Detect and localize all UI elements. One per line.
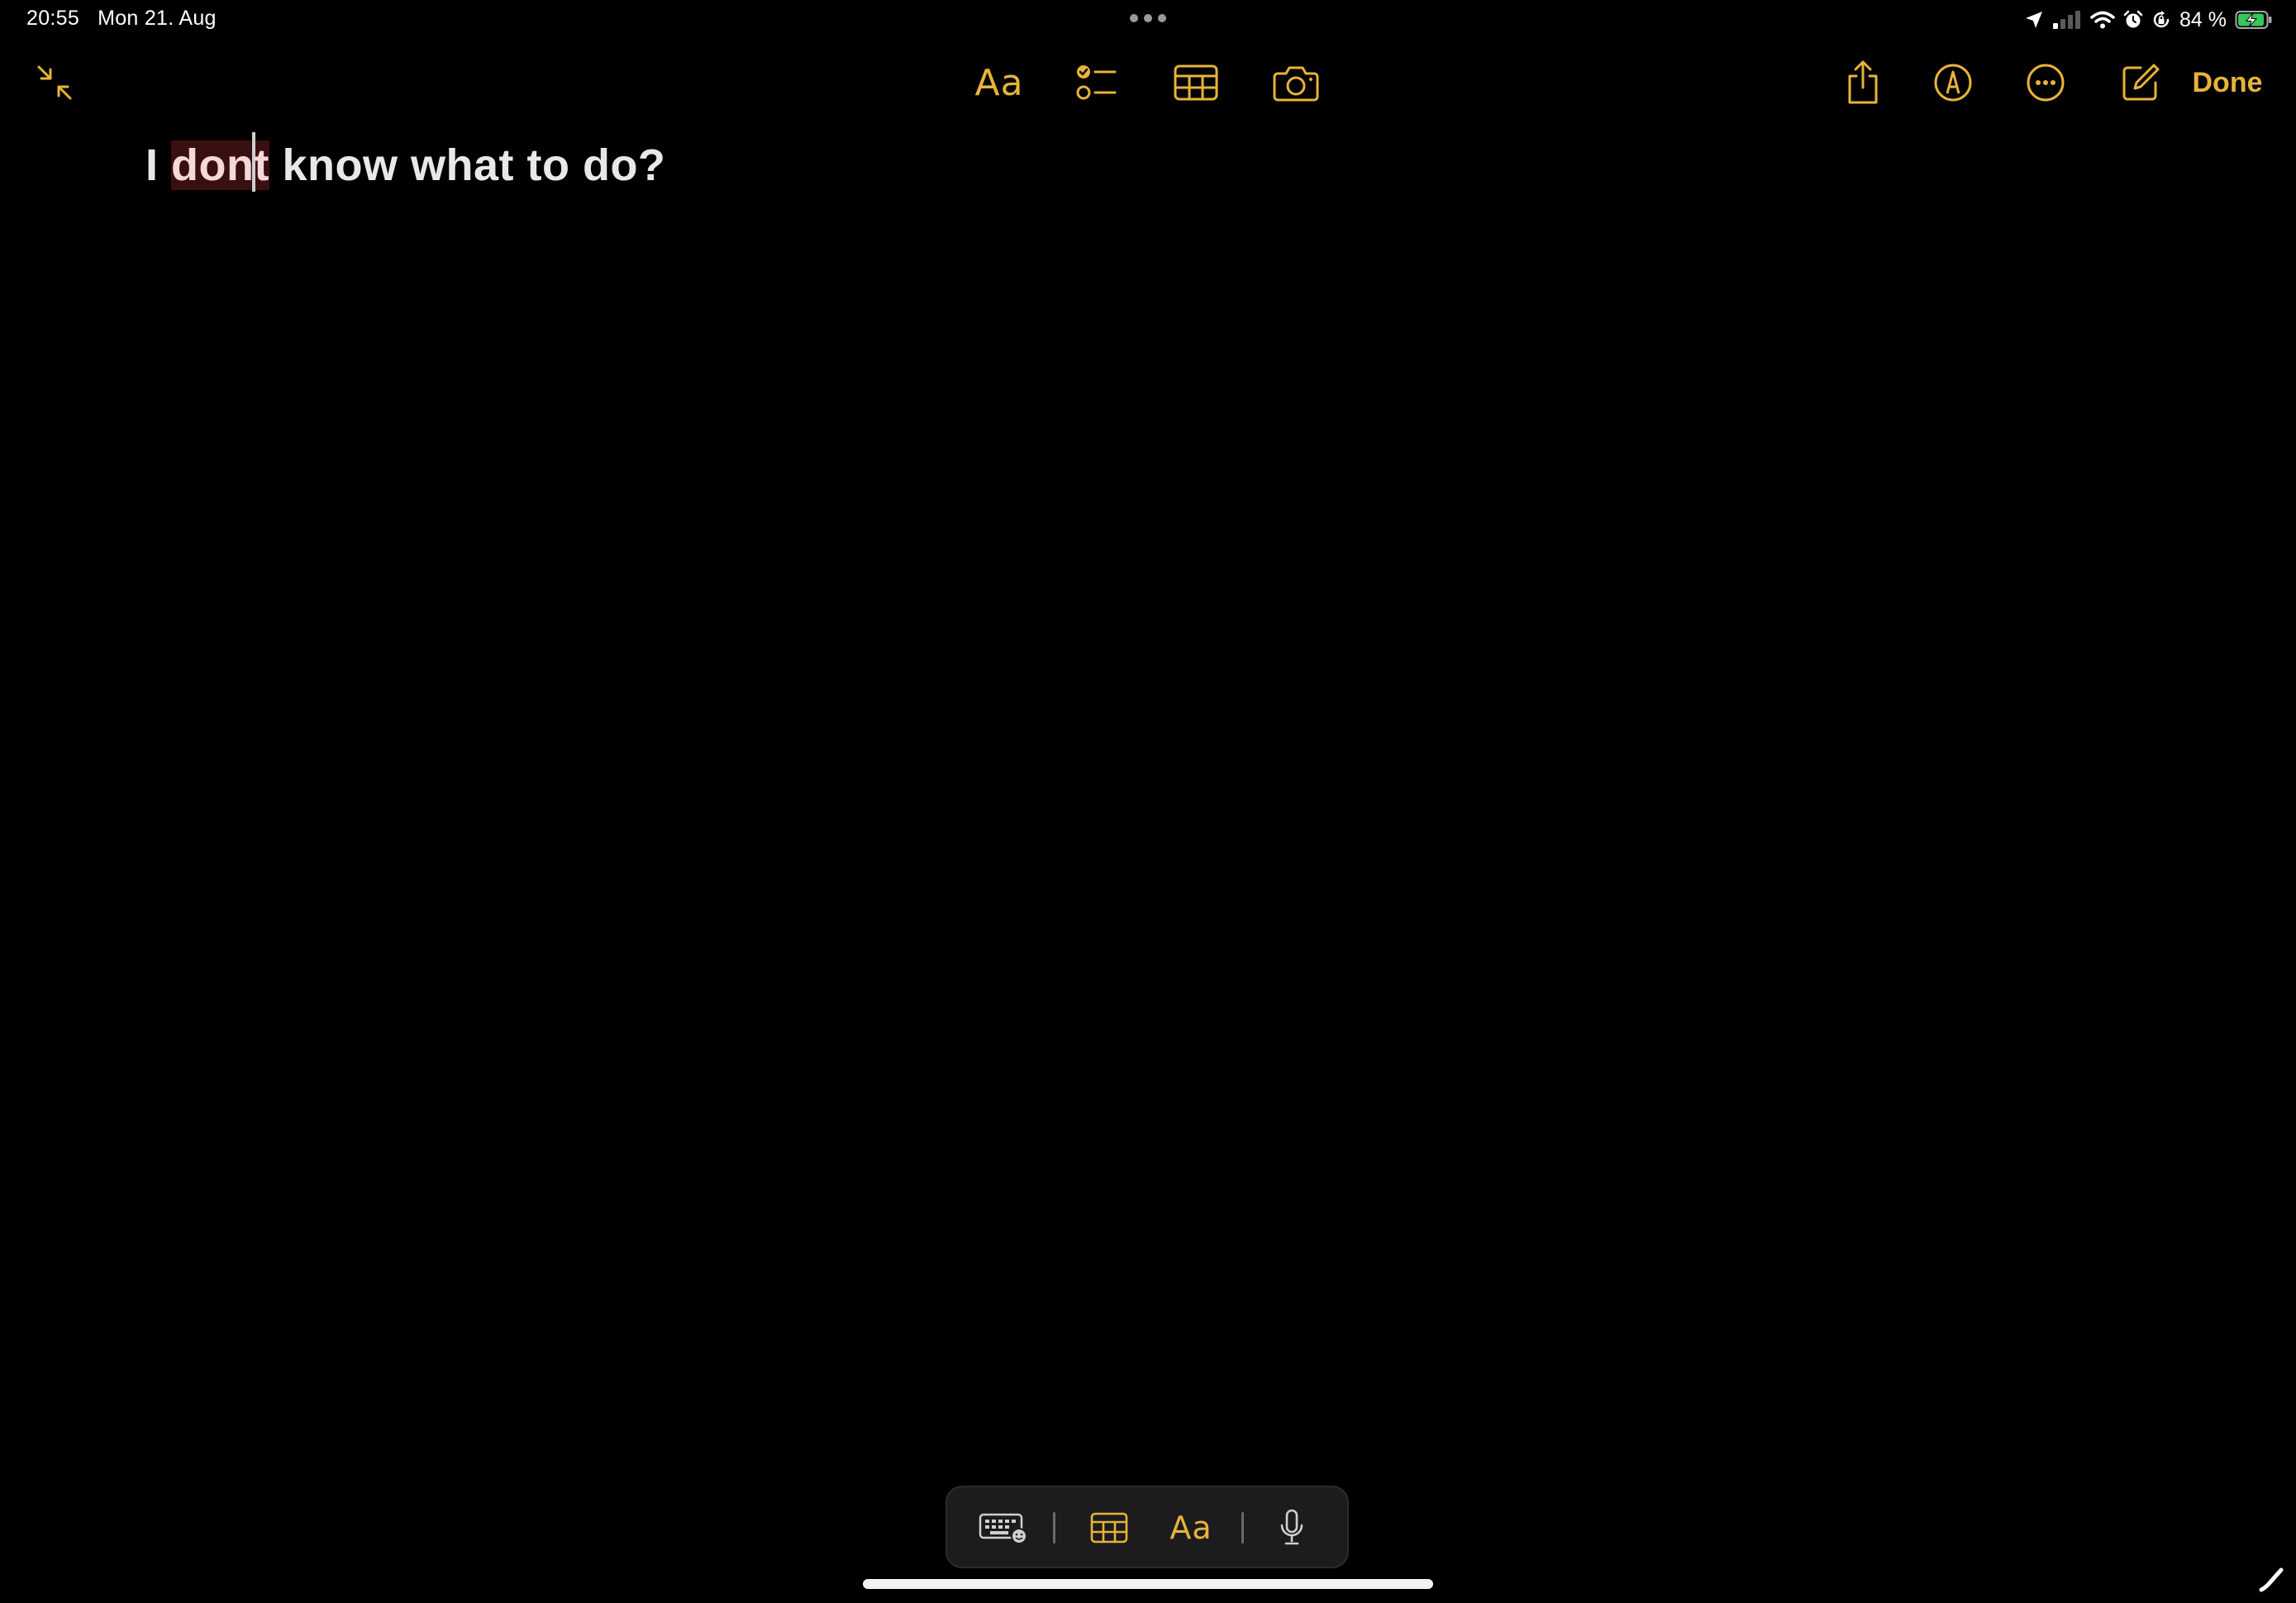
misspelled-word-part-b: t: [254, 140, 269, 190]
multitasking-dots-icon[interactable]: [1129, 13, 1167, 23]
compose-button[interactable]: [2117, 55, 2164, 111]
status-right: 84 %: [2024, 5, 2273, 35]
camera-button[interactable]: [1271, 55, 1321, 111]
share-icon: [1848, 60, 1878, 104]
format-button[interactable]: Aa: [972, 55, 1027, 111]
shortcut-format-label: Aa: [1169, 1510, 1212, 1546]
status-bar: 20:55 Mon 21. Aug 84 %: [0, 0, 2296, 40]
share-button[interactable]: [1840, 55, 1886, 111]
home-indicator[interactable]: [863, 1579, 1433, 1589]
note-text-after: know what to do?: [269, 140, 666, 190]
cellular-signal-icon: [2053, 11, 2081, 29]
note-text-before: I: [145, 140, 172, 190]
status-left: 20:55 Mon 21. Aug: [26, 7, 235, 31]
orientation-lock-icon: [2153, 11, 2170, 28]
more-button[interactable]: [2022, 55, 2070, 111]
more-ellipsis-icon: [2027, 64, 2065, 102]
done-label: Done: [2192, 66, 2263, 98]
collapse-button[interactable]: [30, 55, 79, 111]
battery-charging-icon: [2235, 11, 2272, 29]
shortcut-separator: [1241, 1512, 1244, 1544]
collapse-arrows-icon: [37, 65, 72, 100]
checklist-button[interactable]: [1073, 55, 1121, 111]
table-icon: [1090, 1512, 1128, 1544]
microphone-icon: [1280, 1509, 1303, 1545]
checklist-icon: [1076, 65, 1117, 100]
keyboard-emoji-icon: [979, 1513, 1027, 1544]
table-button[interactable]: [1172, 55, 1220, 111]
shortcut-bar: Aa: [946, 1486, 1349, 1568]
camera-icon: [1273, 66, 1319, 102]
shortcut-separator: [1053, 1512, 1055, 1544]
note-text-area[interactable]: I dont know what to do?: [145, 132, 665, 192]
format-label: Aa: [974, 61, 1024, 104]
markup-pen-icon: [1934, 64, 1972, 102]
markup-button[interactable]: [1929, 55, 1977, 111]
shortcut-format-button[interactable]: Aa: [1164, 1501, 1218, 1555]
pencil-icon: [2259, 1567, 2284, 1592]
table-icon: [1174, 64, 1218, 101]
status-date: Mon 21. Aug: [98, 7, 217, 30]
done-button[interactable]: Done: [2187, 55, 2268, 111]
location-arrow-icon: [2026, 12, 2043, 28]
compose-icon: [2122, 64, 2160, 101]
dictation-button[interactable]: [1271, 1501, 1312, 1555]
keyboard-button[interactable]: [979, 1501, 1028, 1555]
wifi-icon: [2090, 11, 2115, 29]
misspelled-word-part-a: don: [171, 140, 255, 190]
alarm-icon: [2123, 10, 2143, 28]
misspelled-word[interactable]: dont: [171, 132, 269, 192]
battery-percent: 84 %: [2179, 7, 2227, 31]
status-time: 20:55: [26, 7, 80, 30]
shortcut-table-button[interactable]: [1086, 1501, 1132, 1555]
notes-toolbar: Aa Done: [0, 50, 2296, 116]
